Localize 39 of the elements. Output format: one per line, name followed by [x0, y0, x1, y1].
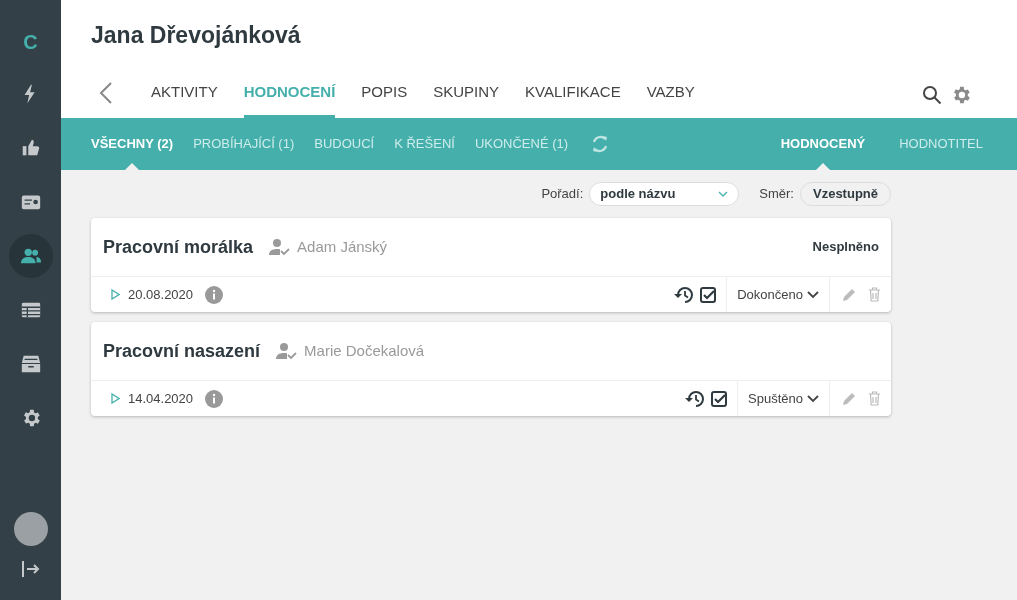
tab[interactable]: KVALIFIKACE	[525, 80, 621, 118]
play-icon[interactable]	[111, 289, 120, 300]
sort-order-label: Pořadí:	[541, 185, 584, 204]
result-label: Nesplněno	[812, 238, 879, 257]
search-icon[interactable]	[922, 85, 942, 105]
date: 20.08.2020	[128, 285, 194, 304]
tab[interactable]: SKUPINY	[433, 80, 500, 118]
info-icon[interactable]	[205, 285, 224, 304]
tab[interactable]: AKTIVITY	[151, 80, 218, 118]
page-title: Jana Dřevojánková	[90, 21, 302, 50]
checkbox-icon[interactable]	[711, 390, 728, 407]
chevron-icon	[718, 191, 729, 197]
tab[interactable]: POPIS	[361, 80, 408, 118]
checkbox-icon[interactable]	[700, 286, 717, 303]
date: 14.04.2020	[128, 389, 194, 408]
archive-icon	[19, 353, 42, 375]
status-dropdown[interactable]: Dokončeno	[727, 277, 830, 312]
chevron-icon	[807, 394, 819, 403]
history-icon[interactable]	[685, 389, 706, 408]
play-icon[interactable]	[111, 393, 120, 404]
person-check-icon	[276, 342, 299, 360]
back-icon[interactable]	[99, 82, 113, 104]
person-check-icon	[269, 238, 292, 256]
info-icon[interactable]	[205, 389, 224, 408]
avatar[interactable]	[13, 512, 48, 546]
sort-direction-button[interactable]: Vzestupně	[800, 182, 891, 206]
chevron-icon	[807, 290, 819, 299]
status-dropdown[interactable]: Spuštěno	[738, 381, 830, 416]
history-icon[interactable]	[674, 285, 695, 304]
sort-direction-label: Směr:	[759, 185, 794, 204]
sort-order-select[interactable]: podle názvu	[589, 182, 740, 206]
card-title: Pracovní morálka	[103, 235, 254, 259]
sidebar-item[interactable]	[8, 234, 53, 278]
logout-icon[interactable]	[20, 560, 41, 578]
app-logo[interactable]: C	[23, 32, 38, 52]
tab[interactable]: VAZBY	[646, 80, 695, 118]
card-title: Pracovní nasazení	[103, 339, 261, 363]
assessor-name: Adam Jánský	[297, 236, 388, 257]
assessor-name: Marie Dočekalová	[304, 340, 425, 361]
